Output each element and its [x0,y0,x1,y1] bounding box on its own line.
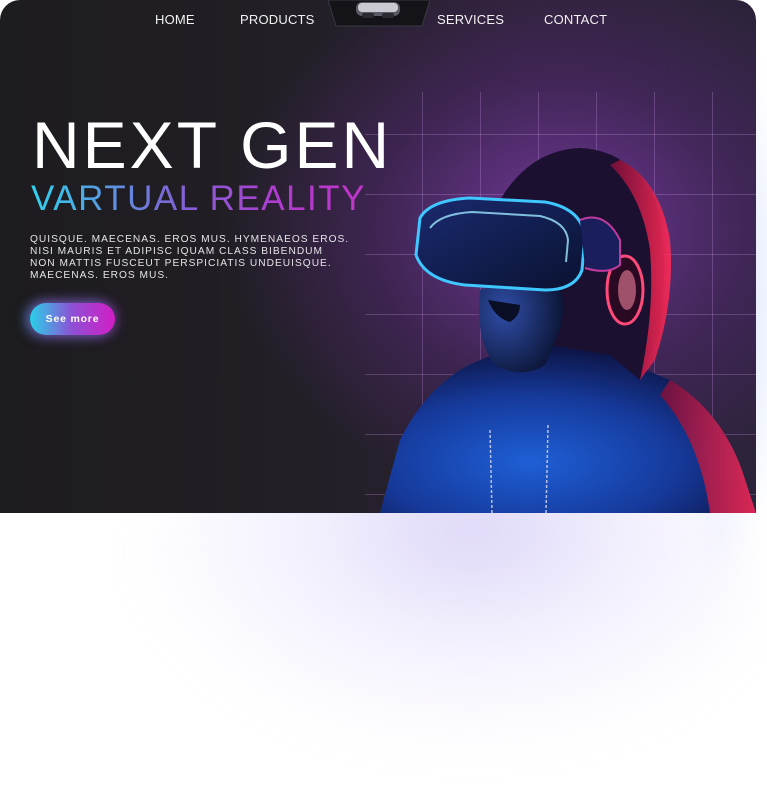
nav-services[interactable]: SERVICES [437,12,504,27]
nav-home[interactable]: HOME [155,12,195,27]
hero-headline: NEXT GEN [32,108,393,182]
see-more-button[interactable]: See more [30,303,115,335]
description-line: NON MATTIS FUSCEUT PERSPICIATIS UNDEUISQ… [30,258,332,269]
landing-page: HOME PRODUCTS SERVICES CONTACT NEXT GEN … [0,0,767,787]
hero-section: HOME PRODUCTS SERVICES CONTACT NEXT GEN … [0,0,756,513]
vr-user-illustration [380,148,756,513]
vr-headset-icon[interactable] [328,0,430,27]
top-navigation: HOME PRODUCTS SERVICES CONTACT [0,0,756,40]
nav-products[interactable]: PRODUCTS [240,12,315,27]
description-line: MAECENAS. EROS MUS. [30,270,170,281]
hero-description: QUISQUE. MAECENAS. EROS MUS. HYMENAEOS E… [30,234,360,282]
description-line: QUISQUE. MAECENAS. EROS MUS. HYMENAEOS E… [30,234,350,245]
description-line: NISI MAURIS ET ADIPISC IQUAM CLASS BIBEN… [30,246,324,257]
nav-contact[interactable]: CONTACT [544,12,607,27]
hero-subheadline: VARTUAL REALITY [31,179,367,218]
